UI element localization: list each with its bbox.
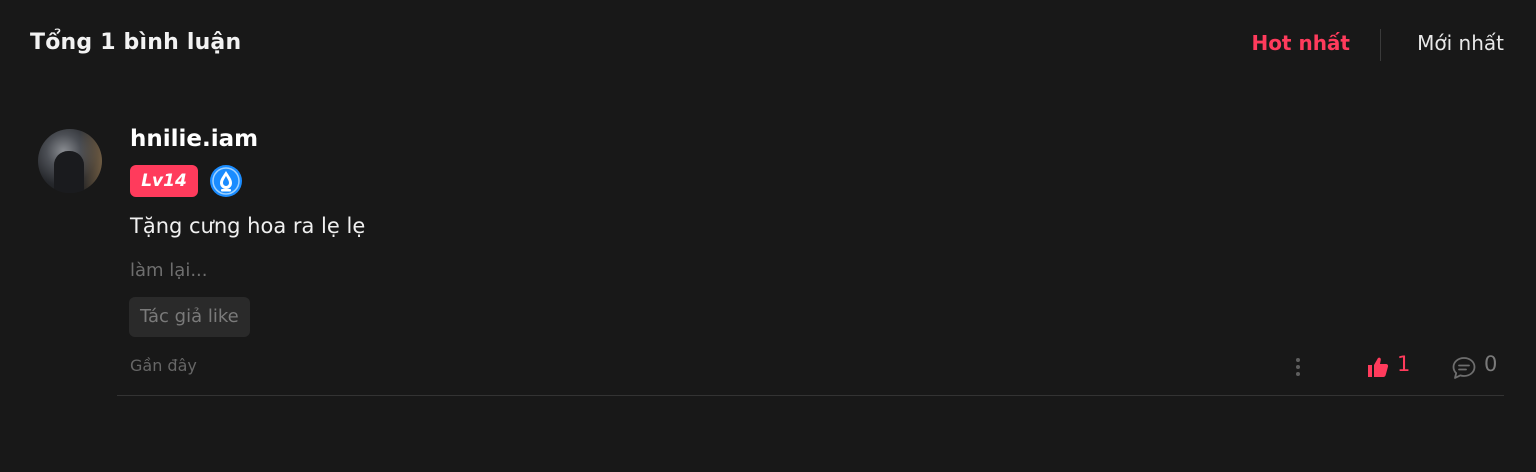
reply-preview[interactable]: làm lại... xyxy=(130,260,207,281)
sort-newest-tab[interactable]: Mới nhất xyxy=(1417,31,1504,55)
comment-username[interactable]: hnilie.iam xyxy=(130,126,258,152)
comment-time: Gần đây xyxy=(130,356,197,375)
more-options-icon[interactable] xyxy=(1287,354,1309,380)
water-drop-badge-icon xyxy=(210,165,242,197)
sort-hot-tab[interactable]: Hot nhất xyxy=(1251,31,1350,55)
comments-panel: Tổng 1 bình luận Hot nhất Mới nhất hnili… xyxy=(0,0,1536,472)
like-count: 1 xyxy=(1397,352,1411,376)
avatar-figure xyxy=(54,151,84,193)
author-liked-tag: Tác giả like xyxy=(129,297,250,337)
sort-divider xyxy=(1380,29,1381,61)
avatar[interactable] xyxy=(38,129,102,193)
comment-divider xyxy=(117,395,1504,396)
comment-bubble-icon xyxy=(1452,357,1476,379)
thumbs-up-icon xyxy=(1368,357,1389,377)
reply-count: 0 xyxy=(1484,352,1498,376)
comments-count-title: Tổng 1 bình luận xyxy=(30,30,242,55)
level-badge: Lv14 xyxy=(130,165,198,197)
comment-text: Tặng cưng hoa ra lẹ lẹ xyxy=(130,214,366,238)
